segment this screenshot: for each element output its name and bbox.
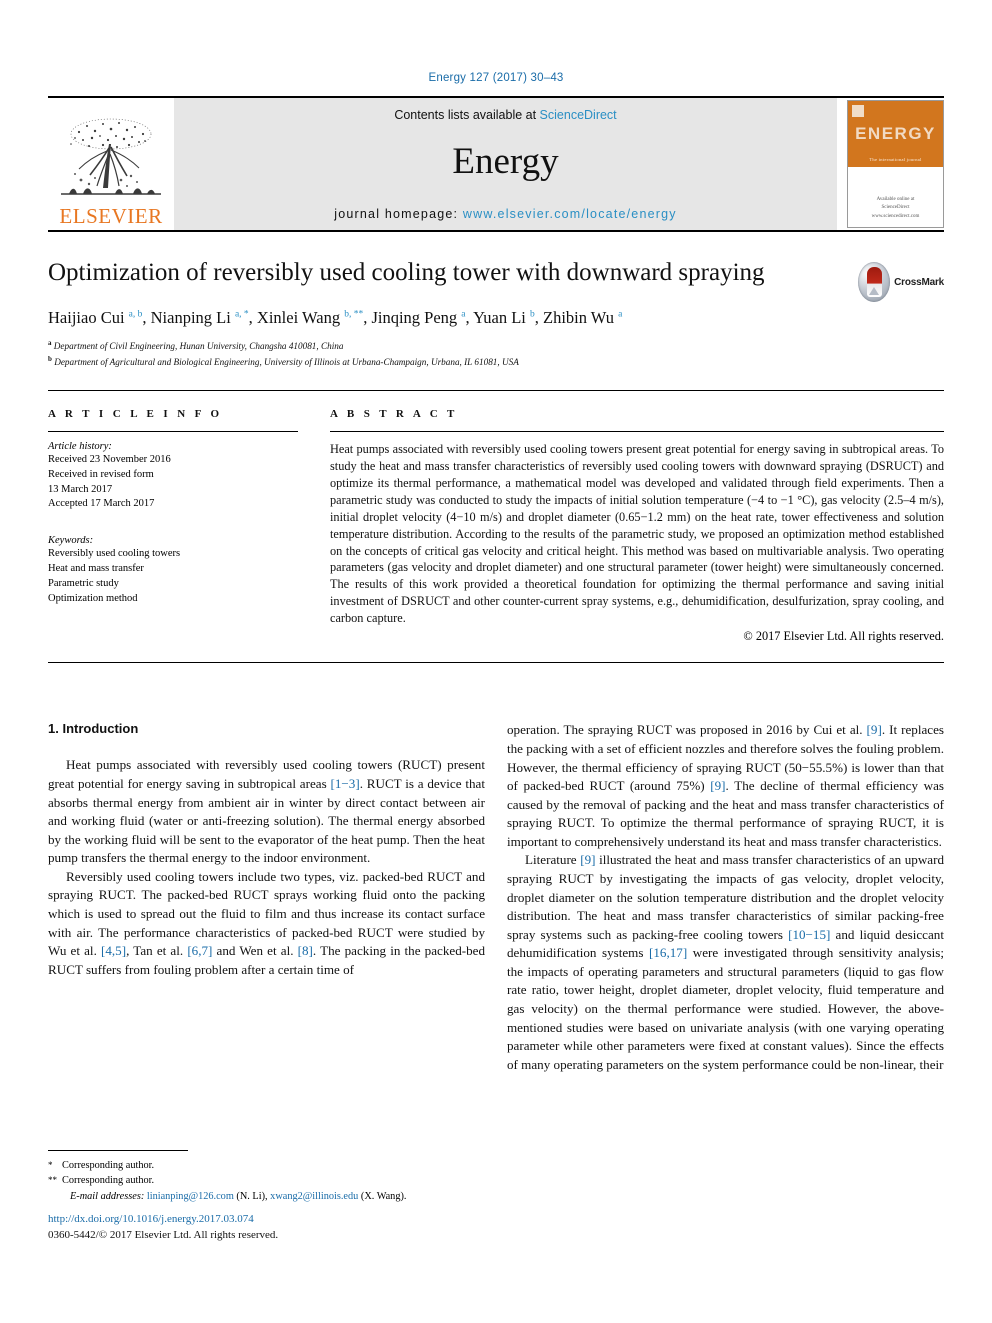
journal-cover-thumbnail: ENERGY The international journal Availab… <box>847 100 944 228</box>
journal-banner: Contents lists available at ScienceDirec… <box>174 98 837 230</box>
body-paragraph: operation. The spraying RUCT was propose… <box>507 722 944 849</box>
journal-masthead: ELSEVIER Contents lists available at Sci… <box>48 96 944 230</box>
cover-tagline: The international journal <box>869 157 922 162</box>
keywords-label: Keywords: <box>48 535 94 547</box>
cover-footer-text: Available online at ScienceDirect www.sc… <box>872 196 920 222</box>
citation-ref[interactable]: [8] <box>298 943 313 958</box>
keyword-item: Reversibly used cooling towers <box>48 548 181 560</box>
page-title: Optimization of reversibly used cooling … <box>48 259 765 286</box>
footnote-rule <box>48 1150 188 1151</box>
article-history-list: Received 23 November 2016 Received in rev… <box>48 453 298 513</box>
elsevier-tree-icon <box>59 114 163 206</box>
doi-zone: http://dx.doi.org/10.1016/j.energy.2017.… <box>48 1212 508 1244</box>
article-history-item: 13 March 2017 <box>48 483 113 495</box>
email-link-2[interactable]: xwang2@illinois.edu <box>270 1191 358 1202</box>
author-list: Haijiao Cui a, b, Nianping Li a, *, Xinl… <box>48 307 623 327</box>
article-history-item: Received in revised form <box>48 468 154 480</box>
abstract-text: Heat pumps associated with reversibly us… <box>330 441 944 626</box>
title-block: Optimization of reversibly used cooling … <box>48 258 944 370</box>
cover-footer-line3: www.sciencedirect.com <box>871 213 920 219</box>
info-bottom-rule <box>48 662 944 664</box>
article-info-rule <box>48 430 298 432</box>
keyword-item: Heat and mass transfer <box>48 563 144 575</box>
issn-copyright-line: 0360-5442/© 2017 Elsevier Ltd. All right… <box>48 1228 279 1241</box>
keywords-block: Keywords: Reversibly used cooling towers… <box>48 535 298 607</box>
email-owner-1: (N. Li) <box>236 1190 266 1202</box>
email-addresses-line: E-mail addresses: linianping@126.com (N.… <box>70 1190 407 1202</box>
article-history-label: Article history: <box>48 440 112 452</box>
doi-link[interactable]: http://dx.doi.org/10.1016/j.energy.2017.… <box>48 1212 508 1228</box>
keyword-item: Optimization method <box>48 593 138 605</box>
corresponding-text-2: Corresponding author. <box>62 1175 155 1187</box>
article-page: Energy 127 (2017) 30–43 ELSEVIER Content… <box>0 0 992 1323</box>
abstract-heading: A B S T R A C T <box>330 407 458 420</box>
homepage-prefix: journal homepage: <box>334 207 463 221</box>
crossmark-label: CrossMark <box>894 276 944 288</box>
masthead-bottom-rule <box>48 230 944 232</box>
affiliation-list: a Department of Civil Engineering, Hunan… <box>48 338 944 370</box>
article-history-item: Accepted 17 March 2017 <box>48 498 155 510</box>
body-paragraph: Reversibly used cooling towers include t… <box>48 868 486 977</box>
article-info-heading: A R T I C L E I N F O <box>48 407 223 420</box>
journal-title: Energy <box>452 141 559 182</box>
body-paragraph: Heat pumps associated with reversibly us… <box>48 757 485 866</box>
cover-lower-area: Available online at ScienceDirect www.sc… <box>848 167 943 227</box>
cover-top-band: ENERGY The international journal <box>848 101 943 167</box>
abstract-copyright: © 2017 Elsevier Ltd. All rights reserved… <box>743 629 944 644</box>
citation-ref[interactable]: [1−3] <box>330 776 359 791</box>
sciencedirect-link[interactable]: ScienceDirect <box>540 108 617 122</box>
affiliation-item: a Department of Civil Engineering, Hunan… <box>48 338 344 351</box>
corresponding-text-1: Corresponding author. <box>62 1160 155 1171</box>
corresponding-mark-1: * <box>48 1160 53 1170</box>
contents-available-line: Contents lists available at ScienceDirec… <box>394 108 616 122</box>
citation-ref[interactable]: [9] <box>580 852 595 867</box>
crossmark-icon <box>858 262 891 302</box>
cover-footer-line1: Available online at <box>876 196 915 202</box>
body-paragraph: Literature [9] illustrated the heat and … <box>507 852 945 1072</box>
citation-ref[interactable]: [6,7] <box>187 943 212 958</box>
article-info-column: A R T I C L E I N F O Article history: R… <box>48 408 298 645</box>
keywords-list: Reversibly used cooling towers Heat and m… <box>48 547 298 607</box>
abstract-rule <box>330 430 944 432</box>
body-left-column: 1. Introduction Heat pumps associated wi… <box>48 721 485 1074</box>
elsevier-wordmark: ELSEVIER <box>59 204 163 228</box>
abstract-column: A B S T R A C T Heat pumps associated wi… <box>330 408 944 645</box>
corresponding-author-1: * Corresponding author. <box>48 1158 488 1173</box>
cover-journal-title: ENERGY <box>855 124 936 143</box>
journal-homepage-line: journal homepage: www.elsevier.com/locat… <box>334 207 676 221</box>
email-label: E-mail addresses: <box>70 1190 145 1202</box>
section-heading-introduction: 1. Introduction <box>48 721 139 737</box>
affiliation-item: b Department of Agricultural and Biologi… <box>48 354 519 367</box>
citation-ref[interactable]: [10−15] <box>788 927 830 942</box>
citation-ref[interactable]: [4,5] <box>101 943 126 958</box>
running-head: Energy 127 (2017) 30–43 <box>428 72 564 84</box>
email-link-1[interactable]: linianping@126.com <box>147 1191 234 1202</box>
body-columns: 1. Introduction Heat pumps associated wi… <box>48 721 944 1074</box>
cover-elsevier-mark <box>852 105 864 117</box>
info-top-rule <box>48 389 944 391</box>
keyword-item: Parametric study <box>48 578 119 590</box>
journal-homepage-link[interactable]: www.elsevier.com/locate/energy <box>463 207 677 221</box>
cover-footer-line2: ScienceDirect <box>881 205 910 210</box>
body-right-column: operation. The spraying RUCT was propose… <box>507 721 944 1074</box>
info-abstract-area: A R T I C L E I N F O Article history: R… <box>48 408 944 645</box>
email-owner-2: (X. Wang). <box>360 1190 407 1202</box>
citation-ref[interactable]: [16,17] <box>649 945 687 960</box>
footnote-zone: * Corresponding author. ** Corresponding… <box>48 1150 488 1204</box>
right-column-paragraphs: operation. The spraying RUCT was propose… <box>507 721 944 1074</box>
corresponding-mark-2: ** <box>48 1175 57 1186</box>
contents-prefix: Contents lists available at <box>394 108 540 122</box>
elsevier-logo: ELSEVIER <box>48 98 174 230</box>
citation-ref[interactable]: [9] <box>710 778 725 793</box>
citation-ref[interactable]: [9] <box>867 722 882 737</box>
crossmark-badge[interactable]: CrossMark <box>858 260 944 304</box>
article-history-item: Received 23 November 2016 <box>48 453 171 465</box>
corresponding-author-2: ** Corresponding author. <box>48 1173 488 1188</box>
left-column-paragraphs: Heat pumps associated with reversibly us… <box>48 756 485 979</box>
